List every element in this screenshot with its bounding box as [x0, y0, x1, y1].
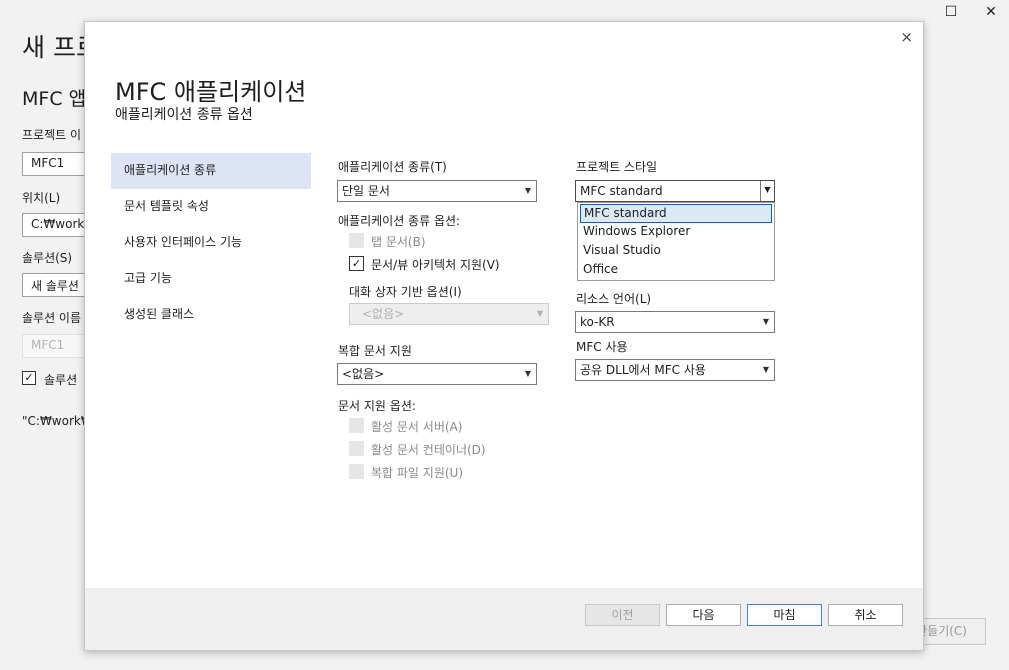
dialog-footer: 이전 다음 마침 취소 [85, 588, 923, 650]
doc-support-options-label: 문서 지원 옵션: [338, 399, 416, 413]
background-maximize-icon[interactable]: ☐ [941, 4, 961, 20]
nav-item-application-type[interactable]: 애플리케이션 종류 [111, 153, 311, 189]
app-type-options-label: 애플리케이션 종류 옵션: [338, 214, 461, 228]
nav-item-advanced[interactable]: 고급 기능 [111, 261, 311, 297]
compound-doc-select[interactable]: <없음> ▼ [337, 363, 537, 385]
mfc-use-label: MFC 사용 [576, 340, 628, 354]
dialog-options-value: <없음> [362, 307, 405, 321]
active-server-label: 활성 문서 서버(A) [371, 420, 463, 434]
mfc-use-select[interactable]: 공유 DLL에서 MFC 사용 ▼ [575, 359, 775, 381]
nav-item-document-template[interactable]: 문서 템플릿 속성 [111, 189, 311, 225]
dialog-options-label: 대화 상자 기반 옵션(I) [349, 285, 462, 299]
compound-doc-label: 복합 문서 지원 [338, 344, 412, 358]
wizard-nav: 애플리케이션 종류 문서 템플릿 속성 사용자 인터페이스 기능 고급 기능 생… [111, 153, 311, 333]
resource-language-label: 리소스 언어(L) [576, 292, 652, 306]
mfc-use-value: 공유 DLL에서 MFC 사용 [580, 363, 706, 377]
dropdown-option-visual-studio[interactable]: Visual Studio [578, 242, 774, 261]
background-close-icon[interactable]: ✕ [981, 4, 1001, 20]
doc-view-label: 문서/뷰 아키텍처 지원(V) [371, 258, 500, 272]
dialog-subtitle: 애플리케이션 종류 옵션 [115, 107, 253, 123]
app-type-value: 단일 문서 [342, 184, 390, 198]
project-style-label: 프로젝트 스타일 [576, 160, 658, 174]
resource-language-select[interactable]: ko-KR ▼ [575, 311, 775, 333]
tabbed-docs-label: 탭 문서(B) [371, 235, 426, 249]
solution-name-label: 솔루션 이름 [22, 311, 82, 325]
project-name-label: 프로젝트 이 [22, 128, 82, 142]
project-style-dropdown: MFC standard Windows Explorer Visual Stu… [577, 202, 775, 281]
nav-item-ui-features[interactable]: 사용자 인터페이스 기능 [111, 225, 311, 261]
app-type-select[interactable]: 단일 문서 ▼ [337, 180, 537, 202]
chevron-down-icon: ▼ [524, 186, 531, 195]
app-type-label: 애플리케이션 종류(T) [338, 160, 447, 174]
resource-language-value: ko-KR [580, 315, 615, 329]
compound-file-checkbox [349, 464, 364, 479]
dropdown-option-windows-explorer[interactable]: Windows Explorer [578, 223, 774, 242]
dialog-title: MFC 애플리케이션 [115, 78, 307, 106]
background-subtitle: MFC 앱 [22, 88, 87, 110]
chevron-down-icon: ▼ [762, 317, 769, 326]
dialog-options-select: <없음> ▼ [349, 303, 549, 325]
compound-file-label: 복합 파일 지원(U) [371, 466, 464, 480]
prev-button: 이전 [585, 604, 660, 626]
finish-button[interactable]: 마침 [747, 604, 822, 626]
solution-label: 솔루션(S) [22, 251, 73, 265]
next-button[interactable]: 다음 [666, 604, 741, 626]
active-server-checkbox [349, 418, 364, 433]
chevron-down-icon[interactable]: ▼ [760, 181, 774, 201]
project-path-text: "C:₩work₩ [22, 414, 93, 428]
chevron-down-icon: ▼ [762, 365, 769, 374]
doc-view-checkbox[interactable]: ✓ [349, 256, 364, 271]
active-container-label: 활성 문서 컨테이너(D) [371, 443, 486, 457]
tabbed-docs-checkbox [349, 233, 364, 248]
place-solution-label: 솔루션 [44, 373, 78, 387]
close-icon[interactable]: × [900, 28, 913, 46]
compound-doc-value: <없음> [342, 367, 385, 381]
location-label: 위치(L) [22, 191, 61, 205]
dropdown-option-mfc-standard[interactable]: MFC standard [580, 204, 772, 223]
chevron-down-icon: ▼ [536, 309, 543, 318]
active-container-checkbox [349, 441, 364, 456]
chevron-down-icon: ▼ [524, 369, 531, 378]
cancel-button[interactable]: 취소 [828, 604, 903, 626]
project-style-value: MFC standard [580, 184, 663, 198]
dropdown-option-office[interactable]: Office [578, 261, 774, 280]
nav-item-generated-classes[interactable]: 생성된 클래스 [111, 297, 311, 333]
project-style-select[interactable]: MFC standard ▼ [575, 180, 775, 202]
place-solution-checkbox[interactable]: ✓ [22, 371, 36, 385]
mfc-wizard-dialog: × MFC 애플리케이션 애플리케이션 종류 옵션 애플리케이션 종류 문서 템… [84, 21, 924, 651]
